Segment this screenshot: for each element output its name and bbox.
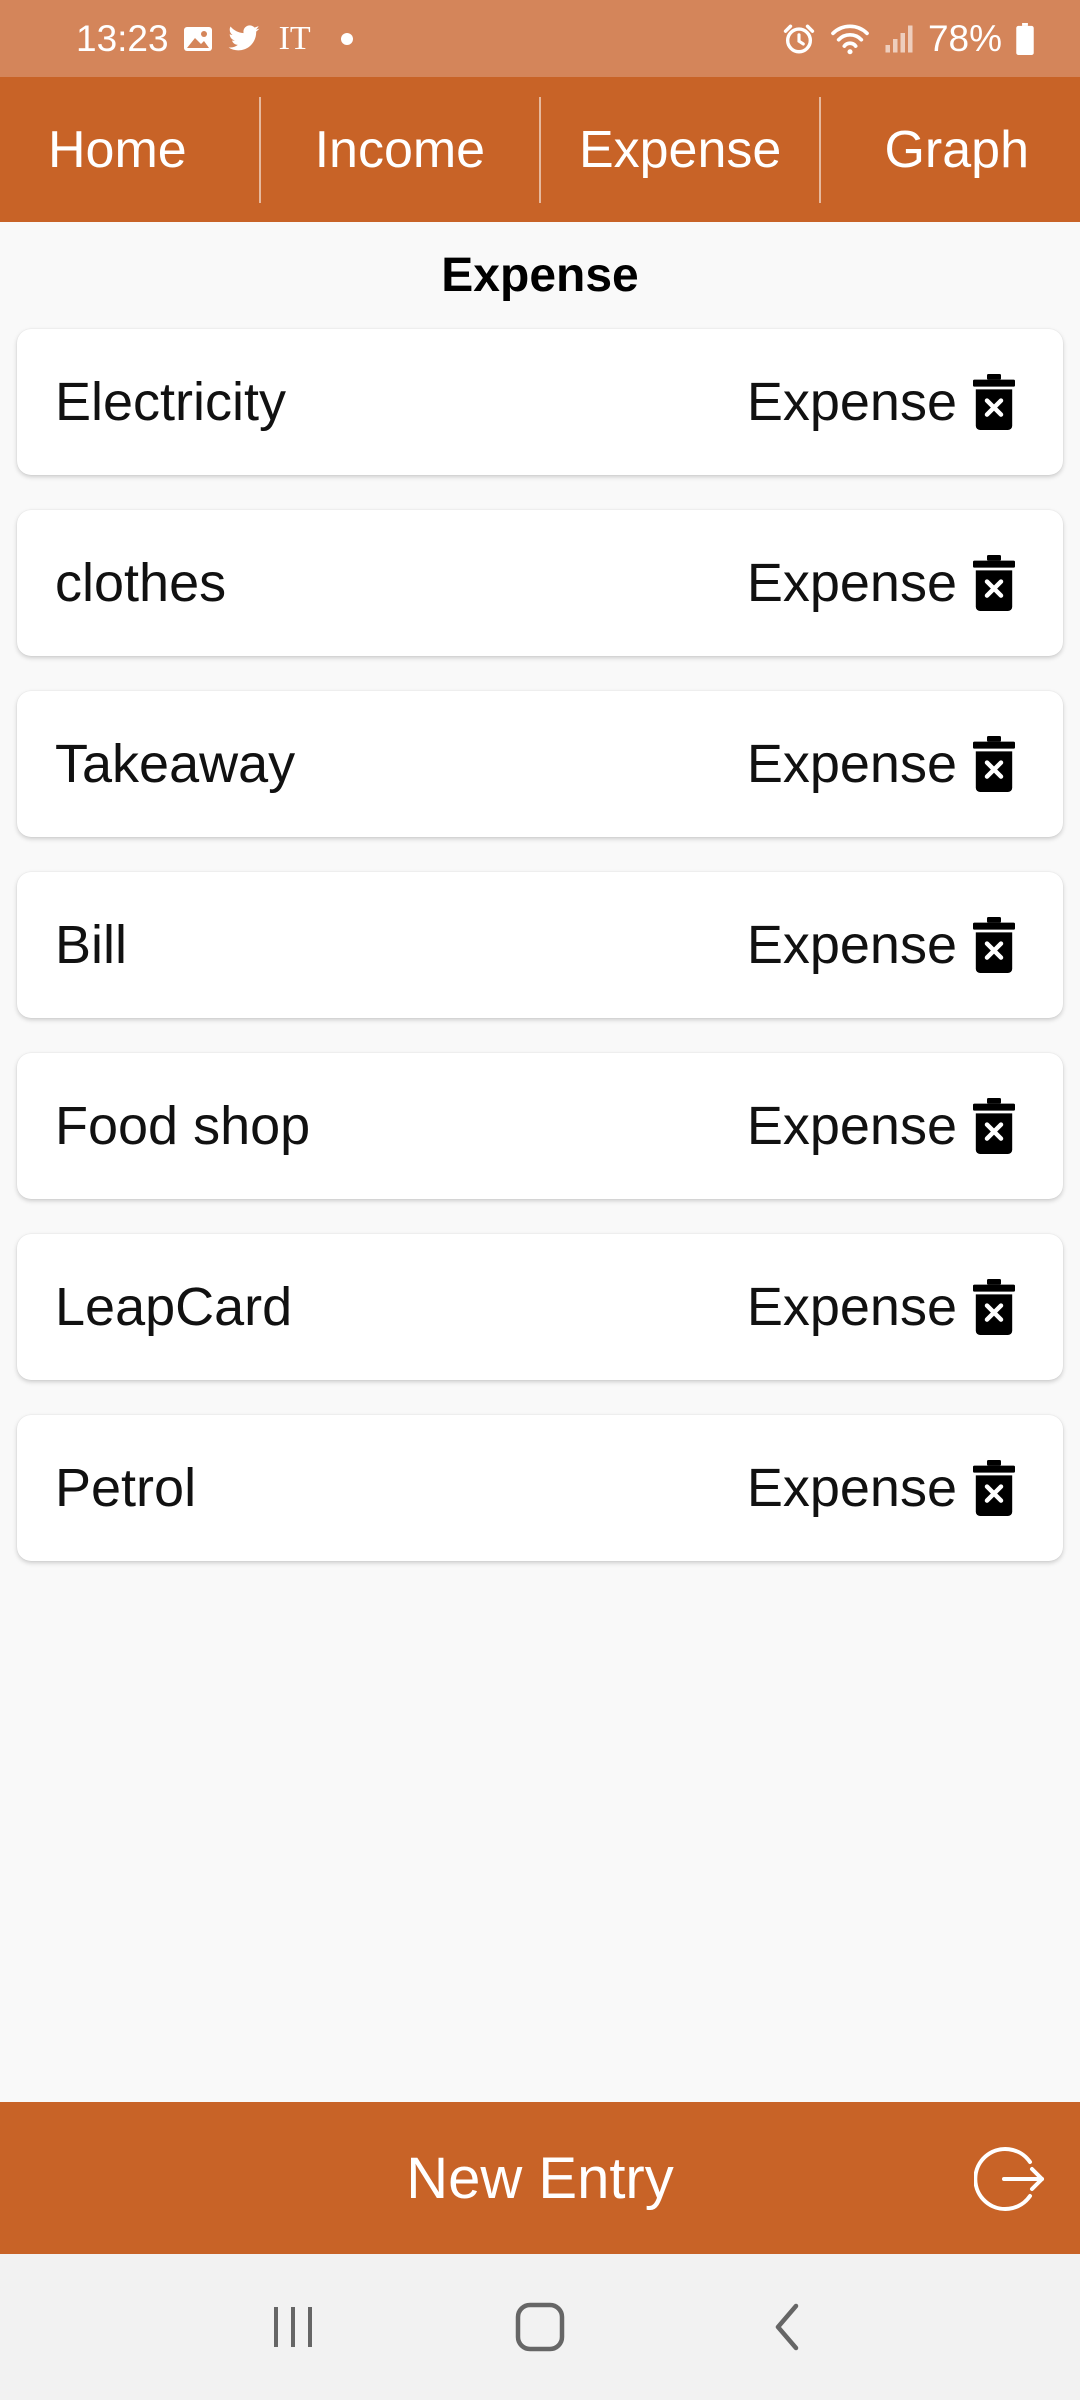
back-icon — [775, 2303, 798, 2351]
battery-icon — [1016, 22, 1034, 55]
gallery-icon — [183, 26, 212, 51]
battery-percent: 78% — [927, 17, 1002, 59]
entry-type: Expense — [746, 1096, 957, 1156]
trash-icon[interactable] — [973, 1279, 1015, 1335]
trash-icon[interactable] — [973, 736, 1015, 792]
list-item[interactable]: Food shop Expense — [17, 1053, 1063, 1199]
bottom-action-bar: New Entry — [0, 2102, 1080, 2254]
list-item[interactable]: Petrol Expense — [17, 1415, 1063, 1561]
trash-icon[interactable] — [973, 1098, 1015, 1154]
tab-expense[interactable]: Expense — [541, 77, 819, 222]
tab-home[interactable]: Home — [0, 77, 259, 222]
status-carrier-text: IT — [278, 19, 311, 57]
entry-actions: Expense — [747, 733, 1015, 795]
entry-actions: Expense — [747, 914, 1015, 976]
list-item[interactable]: clothes Expense — [17, 510, 1063, 656]
signal-icon — [885, 25, 913, 52]
new-entry-button[interactable]: New Entry — [406, 2145, 674, 2212]
home-icon — [515, 2302, 565, 2352]
list-item[interactable]: LeapCard Expense — [17, 1234, 1063, 1380]
entry-name: Bill — [55, 915, 128, 975]
list-item[interactable]: Bill Expense — [17, 872, 1063, 1018]
entry-name: LeapCard — [55, 1277, 293, 1337]
logout-icon[interactable] — [974, 2146, 1046, 2212]
entry-actions: Expense — [747, 1095, 1015, 1157]
expense-list: Electricity Expense clothes Expense Take… — [17, 329, 1063, 1596]
trash-icon[interactable] — [973, 555, 1015, 611]
trash-icon[interactable] — [973, 1460, 1015, 1516]
recent-apps-icon — [274, 2307, 313, 2347]
trash-icon[interactable] — [973, 917, 1015, 973]
entry-type: Expense — [746, 734, 957, 794]
status-bar: 13:23 IT 78% — [0, 0, 1080, 77]
back-button[interactable] — [747, 2287, 827, 2367]
entry-type: Expense — [746, 1277, 957, 1337]
status-time: 13:23 — [76, 17, 169, 59]
entry-actions: Expense — [747, 552, 1015, 614]
notification-dot-icon — [340, 32, 353, 45]
entry-name: clothes — [55, 553, 227, 613]
twitter-icon — [228, 24, 259, 50]
top-nav-bar: Home Income Expense Graph — [0, 77, 1080, 222]
entry-type: Expense — [746, 372, 957, 432]
entry-actions: Expense — [747, 1276, 1015, 1338]
entry-type: Expense — [746, 915, 957, 975]
trash-icon[interactable] — [973, 374, 1015, 430]
list-item[interactable]: Electricity Expense — [17, 329, 1063, 475]
status-left: 13:23 IT — [76, 18, 353, 60]
status-right: 78% — [782, 18, 1034, 60]
entry-actions: Expense — [747, 371, 1015, 433]
home-button[interactable] — [500, 2287, 580, 2367]
entry-actions: Expense — [747, 1457, 1015, 1519]
page-title: Expense — [441, 249, 639, 302]
entry-name: Takeaway — [55, 734, 296, 794]
recent-apps-button[interactable] — [253, 2287, 333, 2367]
entry-name: Petrol — [55, 1458, 197, 1518]
list-item[interactable]: Takeaway Expense — [17, 691, 1063, 837]
entry-name: Electricity — [55, 372, 287, 432]
tab-income[interactable]: Income — [261, 77, 539, 222]
tab-graph[interactable]: Graph — [821, 77, 1080, 222]
alarm-icon — [783, 24, 815, 53]
system-nav-bar — [0, 2254, 1080, 2400]
entry-type: Expense — [746, 1458, 957, 1518]
wifi-icon — [831, 23, 869, 54]
entry-type: Expense — [746, 553, 957, 613]
entry-name: Food shop — [55, 1096, 311, 1156]
